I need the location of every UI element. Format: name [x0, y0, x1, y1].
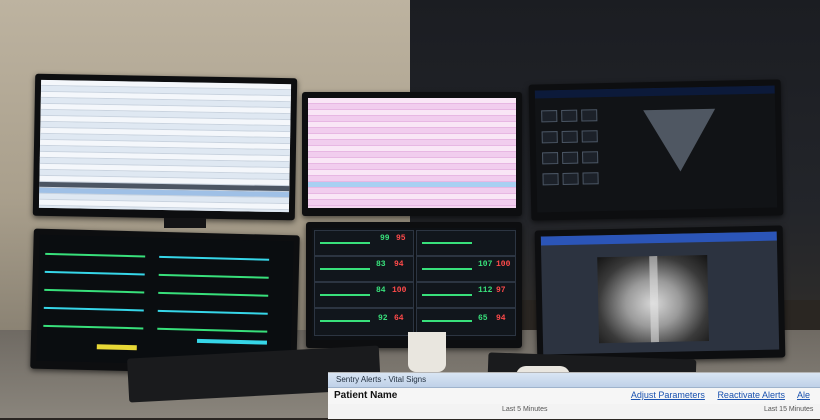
vital-number: 100 — [392, 286, 407, 295]
alerts-link[interactable]: Ale — [797, 390, 810, 400]
xray-viewer-screen — [540, 231, 780, 355]
vital-number: 107 — [478, 260, 493, 269]
last-15-minutes-header: Last 15 Minutes — [764, 406, 814, 413]
monitor-top-middle — [302, 92, 522, 216]
paper-cup — [408, 332, 446, 372]
window-header: Patient Name Adjust Parameters Reactivat… — [328, 388, 820, 404]
action-links: Adjust Parameters Reactivate Alerts Ale — [631, 390, 820, 400]
monitor-bottom-middle: 99 95 83 94 107 100 84 100 112 97 92 64 … — [306, 222, 522, 348]
pink-list-screen — [308, 98, 516, 208]
vital-number: 100 — [496, 260, 511, 269]
vital-number: 97 — [496, 286, 506, 295]
adjust-parameters-link[interactable]: Adjust Parameters — [631, 390, 705, 400]
echo-thumbnails — [539, 107, 609, 198]
ultrasound-image — [643, 108, 717, 173]
echocardiogram-screen — [534, 85, 778, 213]
vital-number: 83 — [376, 260, 386, 269]
vitals-screen-left — [36, 234, 294, 368]
monitor-bottom-right — [534, 225, 786, 363]
patient-name-header: Patient Name — [334, 390, 398, 401]
window-title: Sentry Alerts - Vital Signs — [328, 373, 820, 388]
vital-number: 65 — [478, 314, 488, 323]
reactivate-alerts-link[interactable]: Reactivate Alerts — [717, 390, 785, 400]
vital-number: 94 — [394, 260, 404, 269]
last-5-minutes-header: Last 5 Minutes — [502, 406, 548, 413]
vital-number: 95 — [396, 234, 406, 243]
vital-number: 94 — [496, 314, 506, 323]
vital-number: 84 — [376, 286, 386, 295]
sentry-alerts-window[interactable]: Sentry Alerts - Vital Signs Patient Name… — [328, 372, 820, 419]
monitor-top-left — [32, 73, 298, 221]
vitals-grid-screen: 99 95 83 94 107 100 84 100 112 97 92 64 … — [312, 228, 516, 340]
camera-bar — [164, 218, 206, 228]
patient-list-screen — [38, 79, 292, 213]
vital-number: 92 — [378, 314, 388, 323]
monitor-top-right — [528, 79, 784, 221]
vital-number: 64 — [394, 314, 404, 323]
vital-number: 99 — [380, 234, 390, 243]
vital-number: 112 — [478, 286, 493, 295]
